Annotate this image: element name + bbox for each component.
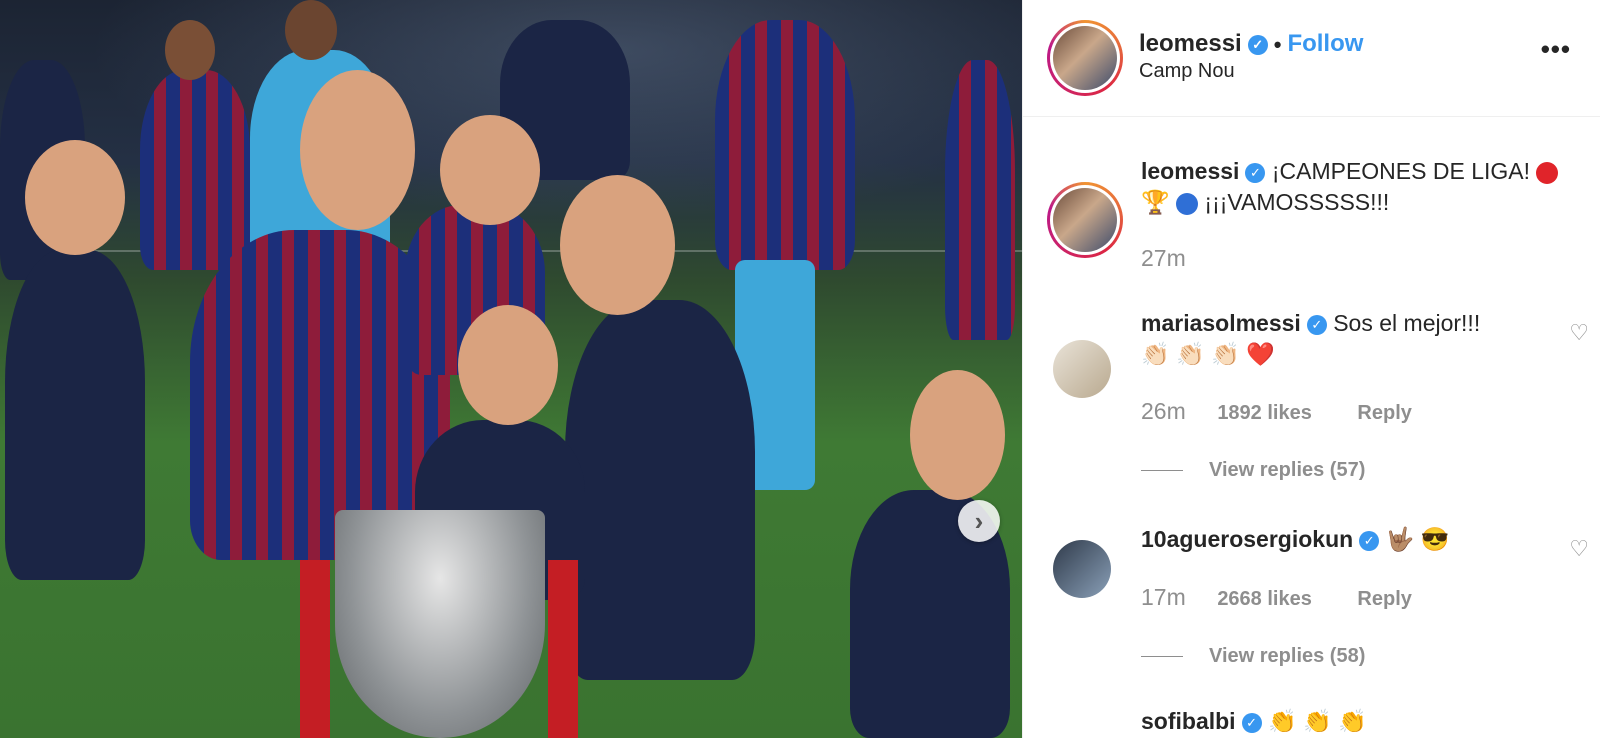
- comment-username[interactable]: 10aguerosergiokun: [1141, 526, 1353, 552]
- trophy-ribbon: [300, 560, 330, 738]
- player-head: [300, 70, 415, 230]
- red-heart-icon: ❤️: [1246, 341, 1275, 367]
- comment-text: 10aguerosergiokun ✓ 🤟🏽 😎: [1141, 524, 1561, 555]
- chevron-right-icon[interactable]: ›: [958, 500, 1000, 542]
- view-replies-label: View replies (57): [1209, 459, 1366, 481]
- view-replies-label: View replies (58): [1209, 645, 1366, 667]
- comment-body: Sos el mejor!!!: [1333, 310, 1481, 336]
- child-head: [458, 305, 558, 425]
- view-replies-button[interactable]: View replies (58): [1141, 645, 1365, 668]
- player-head: [165, 20, 215, 80]
- avatar[interactable]: [1047, 20, 1123, 96]
- avatar[interactable]: [1053, 340, 1111, 398]
- avatar[interactable]: [1053, 540, 1111, 598]
- comment-text: mariasolmessi ✓ Sos el mejor!!! 👏🏻 👏🏻 👏🏻 …: [1141, 308, 1561, 370]
- child-figure: [565, 300, 755, 680]
- verified-badge-icon: ✓: [1359, 530, 1380, 551]
- comment-username[interactable]: sofibalbi: [1141, 708, 1236, 734]
- caption-line2: ¡¡¡VAMOSSSSS!!!: [1204, 189, 1390, 215]
- red-circle-icon: [1536, 161, 1559, 184]
- child-head: [25, 140, 125, 255]
- player-figure: [715, 20, 855, 270]
- comment-meta: 26m 1892 likes Reply: [1141, 398, 1452, 425]
- post-photo[interactable]: ›: [0, 0, 1022, 738]
- verified-badge-icon: ✓: [1245, 162, 1266, 183]
- verified-badge-icon: ✓: [1241, 712, 1262, 733]
- trophy: [335, 510, 545, 738]
- comment-time: 17m: [1141, 584, 1186, 610]
- player-head: [285, 0, 337, 60]
- caption-time: 27m: [1141, 245, 1186, 271]
- child-head: [560, 175, 675, 315]
- post-username[interactable]: leomessi: [1139, 30, 1242, 57]
- reply-button[interactable]: Reply: [1357, 588, 1411, 610]
- player-figure: [140, 70, 250, 270]
- post-location[interactable]: Camp Nou: [1139, 60, 1235, 83]
- trophy-ribbon: [548, 560, 578, 738]
- comment-time: 26m: [1141, 398, 1186, 424]
- caption-meta: 27m: [1141, 245, 1212, 272]
- caption-text: leomessi ✓ ¡CAMPEONES DE LIGA! 🏆 ¡¡¡VAMOS…: [1141, 156, 1561, 218]
- comment-likes[interactable]: 2668 likes: [1217, 588, 1312, 610]
- post-header: leomessi ✓ • Follow Camp Nou •••: [1023, 0, 1600, 117]
- divider-line: [1141, 656, 1183, 658]
- comment-username[interactable]: mariasolmessi: [1141, 310, 1301, 336]
- child-head: [440, 115, 540, 225]
- comment-meta: 17m 2668 likes Reply: [1141, 584, 1452, 611]
- caption-line1: ¡CAMPEONES DE LIGA!: [1271, 158, 1531, 184]
- heart-outline-icon[interactable]: ♡: [1569, 320, 1589, 346]
- verified-badge-icon: ✓: [1306, 314, 1327, 335]
- comments-panel: leomessi ✓ • Follow Camp Nou ••• leomessi ✓ …: [1022, 0, 1600, 738]
- heart-outline-icon[interactable]: ♡: [1569, 536, 1589, 562]
- post-username-row: leomessi ✓ • Follow: [1139, 30, 1363, 58]
- view-replies-button[interactable]: View replies (57): [1141, 459, 1365, 482]
- more-options-icon[interactable]: •••: [1541, 34, 1571, 65]
- clap-icons: 👏🏻 👏🏻 👏🏻: [1141, 341, 1240, 367]
- player-figure: [945, 60, 1015, 340]
- comment-body: 👏 👏 👏: [1267, 708, 1367, 734]
- comment-text: sofibalbi ✓ 👏 👏 👏: [1141, 706, 1561, 737]
- verified-badge-icon: ✓: [1247, 34, 1268, 55]
- caption-username[interactable]: leomessi: [1141, 158, 1239, 184]
- child-figure: [5, 250, 145, 580]
- blue-circle-icon: [1176, 192, 1199, 215]
- child-head: [910, 370, 1005, 500]
- trophy-icon: 🏆: [1141, 189, 1170, 215]
- divider-line: [1141, 470, 1183, 472]
- comment-likes[interactable]: 1892 likes: [1217, 402, 1312, 424]
- reply-button[interactable]: Reply: [1357, 402, 1411, 424]
- follow-button[interactable]: Follow: [1287, 30, 1363, 57]
- caption-avatar[interactable]: [1047, 182, 1123, 258]
- separator-dot: •: [1273, 31, 1282, 57]
- comment-body: 🤟🏽 😎: [1385, 526, 1450, 552]
